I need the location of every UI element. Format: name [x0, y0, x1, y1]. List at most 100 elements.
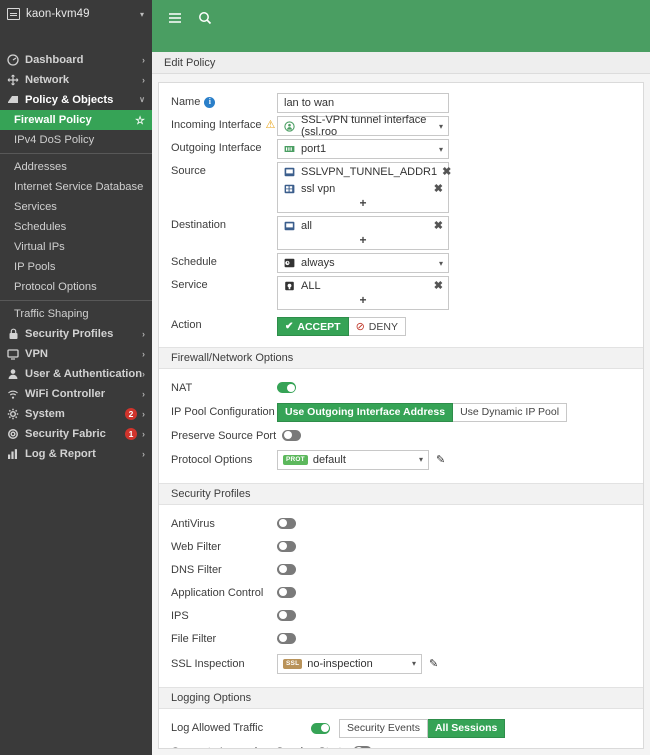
- warning-icon: ⚠: [265, 118, 276, 131]
- chevron-down-icon: ▾: [438, 144, 443, 154]
- sidebar-item-label: VPN: [25, 348, 49, 360]
- protocol-options-select[interactable]: PROT default ▾: [277, 449, 429, 470]
- source-add-button[interactable]: +: [278, 197, 448, 212]
- ssl-tag: SSL: [283, 658, 303, 669]
- list-item[interactable]: ssl vpn ✖: [278, 180, 448, 197]
- field-label: Source: [171, 162, 277, 177]
- chevron-down-icon: ▾: [438, 121, 443, 131]
- security-events-button[interactable]: Security Events: [339, 718, 428, 738]
- sidebar-item-system[interactable]: System 2 ›: [0, 404, 152, 424]
- action-deny-label: DENY: [368, 320, 398, 333]
- sidebar-item-services[interactable]: Services: [0, 197, 152, 217]
- service-add-button[interactable]: +: [278, 294, 448, 309]
- action-deny-button[interactable]: ⊘ DENY: [348, 317, 406, 336]
- dns-filter-toggle[interactable]: [277, 563, 296, 575]
- sidebar-item-protocol-options[interactable]: Protocol Options: [0, 277, 152, 297]
- action-accept-button[interactable]: ✔ ACCEPT: [277, 317, 349, 336]
- lock-icon: [6, 328, 20, 340]
- field-label: Preserve Source Port: [171, 430, 282, 442]
- name-input[interactable]: lan to wan: [277, 93, 449, 113]
- generate-logs-toggle[interactable]: [353, 745, 373, 748]
- list-item[interactable]: all ✖: [278, 217, 448, 234]
- web-filter-toggle[interactable]: [277, 540, 296, 552]
- field-source-row: Source SSLVPN_TUNNEL_ADDR1 ✖ ssl vpn ✖ +: [159, 162, 643, 213]
- address-object-icon: [283, 220, 296, 232]
- sidebar-item-security-fabric[interactable]: Security Fabric 1 ›: [0, 424, 152, 444]
- sidebar-item-addresses[interactable]: Addresses: [0, 157, 152, 177]
- sidebar-item-label: Dashboard: [25, 54, 84, 66]
- field-label: Service: [171, 276, 277, 291]
- sidebar-item-ip-pools[interactable]: IP Pools: [0, 257, 152, 277]
- preserve-source-port-toggle[interactable]: [282, 429, 302, 441]
- action-accept-label: ACCEPT: [297, 320, 341, 333]
- policy-form-card: Name i lan to wan Incoming Interface ⚠ S…: [158, 82, 644, 749]
- sidebar-item-traffic-shaping[interactable]: Traffic Shaping: [0, 304, 152, 324]
- sidebar-item-security-profiles[interactable]: Security Profiles ›: [0, 324, 152, 344]
- log-allowed-traffic-toggle[interactable]: [311, 722, 330, 734]
- list-item[interactable]: SSLVPN_TUNNEL_ADDR1 ✖: [278, 163, 451, 180]
- search-icon[interactable]: [192, 7, 218, 29]
- pencil-icon[interactable]: ✎: [436, 453, 445, 466]
- hamburger-icon[interactable]: [162, 7, 188, 29]
- sidebar-item-label: Log & Report: [25, 448, 96, 460]
- sidebar-item-user-authentication[interactable]: User & Authentication ›: [0, 364, 152, 384]
- sidebar-item-wifi-controller[interactable]: WiFi Controller ›: [0, 384, 152, 404]
- service-label: Service: [171, 279, 208, 291]
- use-outgoing-interface-address-button[interactable]: Use Outgoing Interface Address: [277, 402, 454, 422]
- close-icon[interactable]: ✖: [434, 279, 443, 292]
- nat-toggle[interactable]: [277, 382, 296, 394]
- schedule-select[interactable]: always ▾: [277, 253, 449, 273]
- field-label: IPS: [171, 610, 277, 622]
- ssl-inspection-select[interactable]: SSL no-inspection ▾: [277, 653, 422, 674]
- field-application-control-row: Application Control: [159, 584, 643, 602]
- sidebar-item-dashboard[interactable]: Dashboard ›: [0, 50, 152, 70]
- pencil-icon[interactable]: ✎: [429, 657, 438, 670]
- close-icon[interactable]: ✖: [442, 165, 451, 178]
- incoming-interface-select[interactable]: SSL-VPN tunnel interface (ssl.roo ▾: [277, 114, 449, 138]
- list-item[interactable]: ALL ✖: [278, 277, 448, 294]
- sidebar-item-label: Addresses: [14, 161, 67, 173]
- device-selector[interactable]: kaon-kvm49 ▾: [0, 0, 152, 28]
- field-name-row: Name i lan to wan: [159, 93, 643, 113]
- destination-add-button[interactable]: +: [278, 234, 448, 249]
- field-antivirus-row: AntiVirus: [159, 515, 643, 533]
- sidebar-item-log-report[interactable]: Log & Report ›: [0, 444, 152, 464]
- incoming-interface-label: Incoming Interface: [171, 119, 262, 131]
- field-label: SSL Inspection: [171, 658, 277, 670]
- application-control-label: Application Control: [171, 586, 264, 599]
- section-title: Logging Options: [171, 691, 252, 704]
- service-item-value: ALL: [301, 279, 321, 292]
- field-incoming-interface-row: Incoming Interface ⚠ SSL-VPN tunnel inte…: [159, 114, 643, 138]
- field-schedule-row: Schedule always ▾: [159, 253, 643, 273]
- close-icon[interactable]: ✖: [434, 219, 443, 232]
- sidebar-item-internet-service-database[interactable]: Internet Service Database: [0, 177, 152, 197]
- status-badge: 2: [125, 408, 137, 420]
- close-icon[interactable]: ✖: [434, 182, 443, 195]
- use-dynamic-ip-pool-button[interactable]: Use Dynamic IP Pool: [453, 402, 568, 422]
- favorite-star-icon[interactable]: ☆: [135, 114, 145, 127]
- chart-icon: [6, 448, 20, 460]
- ips-toggle[interactable]: [277, 609, 296, 621]
- sidebar-item-ipv4-dos-policy[interactable]: IPv4 DoS Policy: [0, 130, 152, 150]
- outgoing-interface-select[interactable]: port1 ▾: [277, 139, 449, 159]
- application-control-toggle[interactable]: [277, 586, 296, 598]
- sidebar-item-schedules[interactable]: Schedules: [0, 217, 152, 237]
- gear-icon: [6, 408, 20, 420]
- sidebar-item-label: Internet Service Database: [14, 181, 144, 193]
- all-sessions-button[interactable]: All Sessions: [427, 718, 506, 738]
- file-filter-toggle[interactable]: [277, 632, 296, 644]
- sidebar-item-virtual-ips[interactable]: Virtual IPs: [0, 237, 152, 257]
- check-icon: ✔: [285, 321, 294, 332]
- sidebar-item-vpn[interactable]: VPN ›: [0, 344, 152, 364]
- sidebar-item-firewall-policy[interactable]: Firewall Policy ☆: [0, 110, 152, 130]
- section-security-profiles: AntiVirus Web Filter DNS Filter Applicat…: [159, 505, 643, 687]
- protocol-tag: PROT: [283, 454, 308, 465]
- sidebar-item-label: Services: [14, 201, 57, 213]
- destination-item-value: all: [301, 219, 313, 232]
- ips-label: IPS: [171, 609, 189, 622]
- field-ips-row: IPS: [159, 607, 643, 625]
- info-icon[interactable]: i: [204, 96, 216, 108]
- sidebar-item-network[interactable]: Network ›: [0, 70, 152, 90]
- sidebar-item-policy-objects[interactable]: Policy & Objects ∨: [0, 90, 152, 110]
- antivirus-toggle[interactable]: [277, 517, 296, 529]
